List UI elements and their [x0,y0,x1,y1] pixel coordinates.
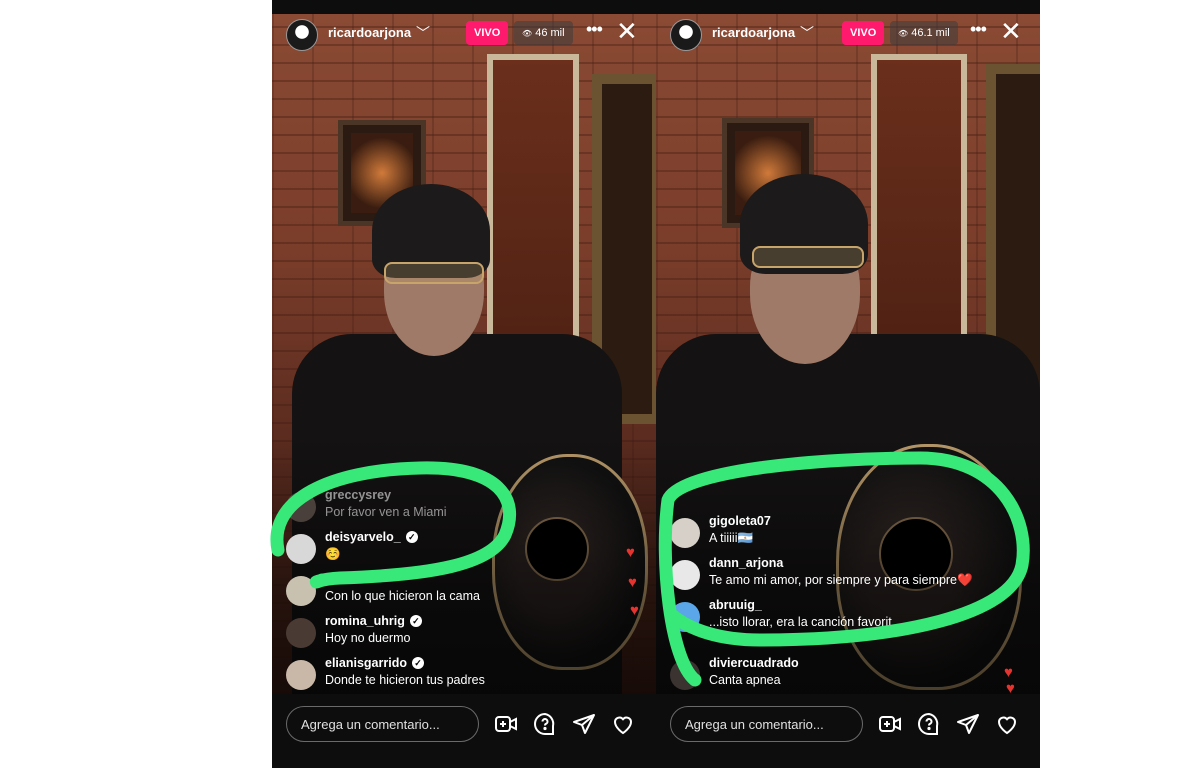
heart-icon[interactable] [611,712,635,736]
avatar[interactable] [670,19,702,51]
question-icon[interactable] [533,712,557,736]
person-glasses [752,246,864,268]
live-header: ricardoarjona ﹀ VIVO 👁 46.1 mil ••• ✕ [656,14,1040,54]
floating-heart-icon: ♥ [628,574,637,591]
person-glasses [384,262,484,284]
comment-username[interactable]: diviercuadrado [709,656,799,670]
comment-username[interactable]: abruuig_ [709,598,762,612]
comment-text: ☺️ [325,547,341,561]
live-panel-left: ricardoarjona ﹀ VIVO 👁 46 mil ••• ✕ grec… [272,0,656,768]
avatar[interactable] [670,518,700,548]
comment-username[interactable]: greccysrey [325,488,391,502]
eye-icon: 👁 [898,29,909,38]
viewer-count-value: 46 mil [535,27,565,39]
avatar[interactable] [286,534,316,564]
username[interactable]: ricardoarjona [712,25,795,40]
comment-username-text: romina_uhrig [325,614,405,628]
chevron-down-icon[interactable]: ﹀ [800,23,814,43]
eye-icon: 👁 [522,29,533,38]
heart-icon[interactable] [995,712,1019,736]
more-horizontal-icon[interactable]: ••• [586,19,603,40]
verified-icon: ✓ [411,657,424,669]
comment-username-text: elianisgarrido [325,656,407,670]
username[interactable]: ricardoarjona [328,25,411,40]
floating-heart-icon: ♥ [626,544,635,561]
avatar[interactable] [670,602,700,632]
chevron-down-icon[interactable]: ﹀ [416,23,430,43]
comment-text: Donde te hicieron tus padres [325,673,485,687]
comment-username[interactable]: dann_arjona [709,556,783,570]
avatar[interactable] [670,660,700,690]
comment-username-text: deisyarvelo_ [325,530,401,544]
comment-username[interactable]: elianisgarrido ✓ [325,656,424,670]
comment-text: ...isto llorar, era la canción favorit..… [709,615,903,629]
more-horizontal-icon[interactable]: ••• [970,19,987,40]
verified-icon: ✓ [405,531,418,543]
viewer-count[interactable]: 👁 46 mil [514,21,573,45]
avatar[interactable] [286,618,316,648]
live-badge: VIVO [466,21,509,45]
question-icon[interactable] [917,712,941,736]
comment-text: Por favor ven a Miami [325,505,447,519]
viewer-count-value: 46.1 mil [911,27,950,39]
comment-input[interactable] [286,706,479,742]
avatar[interactable] [286,660,316,690]
comment-bar [656,694,1040,768]
avatar[interactable] [286,492,316,522]
comment-text: Hoy no duermo [325,631,411,645]
live-badge: VIVO [842,21,885,45]
comment-username[interactable]: gigoleta07 [709,514,771,528]
close-icon[interactable]: ✕ [1000,17,1022,45]
comment-text: Canta apnea [709,673,781,687]
avatar[interactable] [286,576,316,606]
comment-text: A tiiiii🇦🇷 [709,531,754,545]
comment-text: Con lo que hicieron la cama [325,589,480,603]
video-plus-icon[interactable] [878,712,902,736]
live-video[interactable] [656,14,1040,694]
live-header: ricardoarjona ﹀ VIVO 👁 46 mil ••• ✕ [272,14,656,54]
close-icon[interactable]: ✕ [616,17,638,45]
avatar[interactable] [286,19,318,51]
live-panel-right: ricardoarjona ﹀ VIVO 👁 46.1 mil ••• ✕ gi… [656,0,1040,768]
floating-heart-icon: ♥ [630,602,639,619]
send-icon[interactable] [956,712,980,736]
video-plus-icon[interactable] [494,712,518,736]
comment-input[interactable] [670,706,863,742]
send-icon[interactable] [572,712,596,736]
comment-username[interactable]: romina_uhrig ✓ [325,614,422,628]
avatar[interactable] [670,560,700,590]
floating-heart-icon: ♥ [1004,664,1013,681]
verified-icon: ✓ [409,615,422,627]
comment-text: Te amo mi amor, por siempre y para siemp… [709,573,973,587]
comment-bar [272,694,656,768]
viewer-count[interactable]: 👁 46.1 mil [890,21,958,45]
comment-username[interactable]: deisyarvelo_ ✓ [325,530,418,544]
